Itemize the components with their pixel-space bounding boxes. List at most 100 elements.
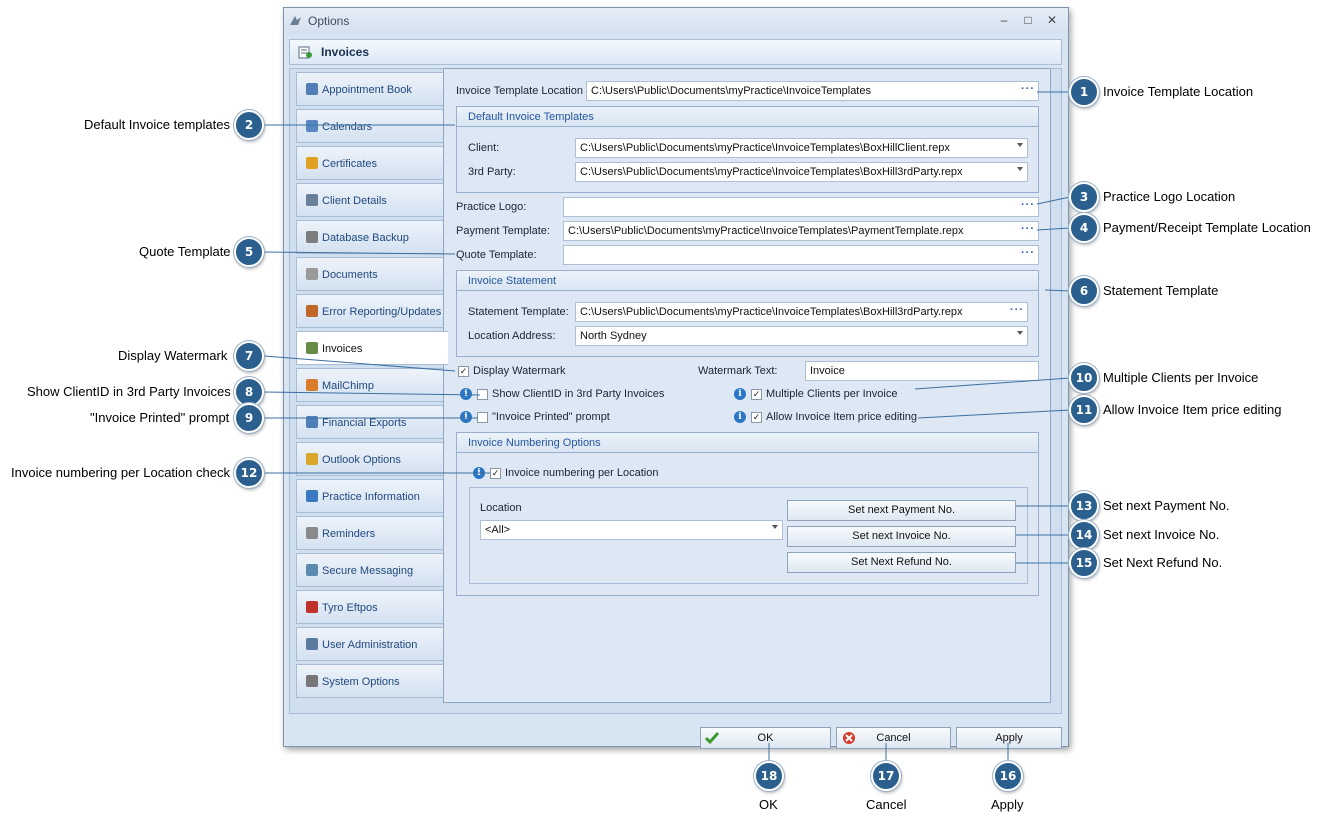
- callout-badge: 1: [1069, 77, 1099, 107]
- numbering-per-location-checkbox[interactable]: ✓: [490, 468, 501, 479]
- nav-item-practice-information[interactable]: Practice Information: [296, 479, 444, 513]
- nav-item-system-options[interactable]: System Options: [296, 664, 444, 698]
- window-title: Options: [308, 14, 350, 28]
- cancel-button[interactable]: Cancel: [836, 727, 951, 749]
- nav-item-error-reporting-updates[interactable]: Error Reporting/Updates: [296, 294, 444, 328]
- nav-item-mailchimp[interactable]: MailChimp: [296, 368, 444, 402]
- browse-button[interactable]: ···: [1021, 223, 1035, 235]
- backup-icon: [306, 231, 318, 243]
- dropdown-arrow-icon: [1017, 331, 1023, 335]
- nav-item-financial-exports[interactable]: Financial Exports: [296, 405, 444, 439]
- close-button[interactable]: ✕: [1043, 12, 1061, 28]
- nav-item-documents[interactable]: Documents: [296, 257, 444, 291]
- multiple-clients-checkbox[interactable]: ✓: [751, 389, 762, 400]
- title-bar[interactable]: Options – □ ✕: [284, 8, 1068, 34]
- callout-label: Statement Template: [1103, 283, 1219, 298]
- nav-item-database-backup[interactable]: Database Backup: [296, 220, 444, 254]
- callout-label: OK: [759, 797, 778, 812]
- statement-template-field[interactable]: C:\Users\Public\Documents\myPractice\Inv…: [575, 302, 1028, 322]
- nav-item-calendars[interactable]: Calendars: [296, 109, 444, 143]
- invoice-printed-checkbox[interactable]: [477, 412, 488, 423]
- nav-item-outlook-options[interactable]: Outlook Options: [296, 442, 444, 476]
- default-templates-group: Default Invoice Templates Client: C:\Use…: [456, 106, 1039, 193]
- location-address-select[interactable]: North Sydney: [575, 326, 1028, 346]
- nav-item-invoices[interactable]: Invoices: [296, 331, 448, 365]
- location-address-value: North Sydney: [580, 330, 647, 342]
- invoice-numbering-title: Invoice Numbering Options: [468, 437, 601, 449]
- minimize-button[interactable]: –: [995, 12, 1013, 28]
- callout-label: Set next Payment No.: [1103, 498, 1230, 513]
- numbering-inner-panel: Location <All> Set next Payment No. Set …: [469, 487, 1028, 584]
- callout-badge: 6: [1069, 276, 1099, 306]
- callout-label: Payment/Receipt Template Location: [1103, 220, 1311, 235]
- callout-label: Practice Logo Location: [1103, 189, 1236, 204]
- browse-button[interactable]: ···: [1021, 83, 1035, 95]
- mailchimp-icon: [306, 379, 318, 391]
- third-party-template-select[interactable]: C:\Users\Public\Documents\myPractice\Inv…: [575, 162, 1028, 182]
- info-icon[interactable]: i: [734, 388, 746, 400]
- invoice-icon: [306, 342, 318, 354]
- client-template-select[interactable]: C:\Users\Public\Documents\myPractice\Inv…: [575, 138, 1028, 158]
- info-icon[interactable]: i: [460, 411, 472, 423]
- invoices-panel: Invoice Template Location C:\Users\Publi…: [443, 68, 1051, 703]
- nav-item-tyro-eftpos[interactable]: Tyro Eftpos: [296, 590, 444, 624]
- browse-button[interactable]: ···: [1010, 304, 1024, 316]
- maximize-button[interactable]: □: [1019, 12, 1037, 28]
- nav-item-user-administration[interactable]: User Administration: [296, 627, 444, 661]
- callout-badge: 15: [1069, 548, 1099, 578]
- payment-template-value: C:\Users\Public\Documents\myPractice\Inv…: [568, 225, 964, 237]
- callout-badge: 13: [1069, 491, 1099, 521]
- secure-message-icon: [306, 564, 318, 576]
- callout-badge: 4: [1069, 213, 1099, 243]
- apply-button[interactable]: Apply: [956, 727, 1062, 749]
- practice-logo-field[interactable]: ···: [563, 197, 1039, 217]
- nav-item-reminders[interactable]: Reminders: [296, 516, 444, 550]
- apply-label: Apply: [995, 732, 1023, 744]
- nav-item-client-details[interactable]: Client Details: [296, 183, 444, 217]
- invoice-template-location-value: C:\Users\Public\Documents\myPractice\Inv…: [591, 85, 871, 97]
- invoice-printed-label: "Invoice Printed" prompt: [492, 411, 610, 423]
- browse-button[interactable]: ···: [1021, 199, 1035, 211]
- nav-item-label: User Administration: [322, 639, 418, 651]
- set-next-refund-button[interactable]: Set Next Refund No.: [787, 552, 1016, 573]
- set-next-payment-button[interactable]: Set next Payment No.: [787, 500, 1016, 521]
- nav-item-label: Invoices: [322, 343, 363, 355]
- payment-template-field[interactable]: C:\Users\Public\Documents\myPractice\Inv…: [563, 221, 1039, 241]
- callout-label: Apply: [991, 797, 1024, 812]
- nav-item-secure-messaging[interactable]: Secure Messaging: [296, 553, 444, 587]
- nav-item-appointment-book[interactable]: Appointment Book: [296, 72, 444, 106]
- browse-button[interactable]: ···: [1021, 247, 1035, 259]
- nav-item-label: Secure Messaging: [322, 565, 414, 577]
- statement-template-value: C:\Users\Public\Documents\myPractice\Inv…: [580, 306, 963, 318]
- callout-label: Invoice Template Location: [1103, 84, 1254, 99]
- callout-badge: 5: [234, 237, 264, 267]
- show-clientid-checkbox[interactable]: [477, 389, 488, 400]
- callout-badge: 18: [754, 761, 784, 791]
- info-icon[interactable]: i: [473, 467, 485, 479]
- nav-item-certificates[interactable]: Certificates: [296, 146, 444, 180]
- user-admin-icon: [306, 638, 318, 650]
- clock-icon: [306, 527, 318, 539]
- callout-badge: 3: [1069, 182, 1099, 212]
- info-icon[interactable]: i: [460, 388, 472, 400]
- callout-label: Display Watermark: [118, 348, 228, 363]
- location-select[interactable]: <All>: [480, 520, 783, 540]
- nav-item-label: Tyro Eftpos: [322, 602, 378, 614]
- allow-price-edit-checkbox[interactable]: ✓: [751, 412, 762, 423]
- invoice-template-location-field[interactable]: C:\Users\Public\Documents\myPractice\Inv…: [586, 81, 1039, 101]
- third-party-label: 3rd Party:: [468, 166, 516, 178]
- ok-button[interactable]: OK: [700, 727, 831, 749]
- nav-item-label: Calendars: [322, 121, 373, 133]
- quote-template-field[interactable]: ···: [563, 245, 1039, 265]
- info-icon[interactable]: i: [734, 411, 746, 423]
- watermark-text-field[interactable]: Invoice: [805, 361, 1039, 381]
- invoice-statement-header: Invoice Statement: [457, 271, 1038, 291]
- statement-template-label: Statement Template:: [468, 306, 569, 318]
- invoice-numbering-header: Invoice Numbering Options: [457, 433, 1038, 453]
- callout-badge: 17: [871, 761, 901, 791]
- cancel-label: Cancel: [876, 732, 911, 744]
- display-watermark-checkbox[interactable]: ✓: [458, 366, 469, 377]
- location-label: Location: [480, 502, 522, 514]
- nav-item-label: Certificates: [322, 158, 378, 170]
- set-next-invoice-button[interactable]: Set next Invoice No.: [787, 526, 1016, 547]
